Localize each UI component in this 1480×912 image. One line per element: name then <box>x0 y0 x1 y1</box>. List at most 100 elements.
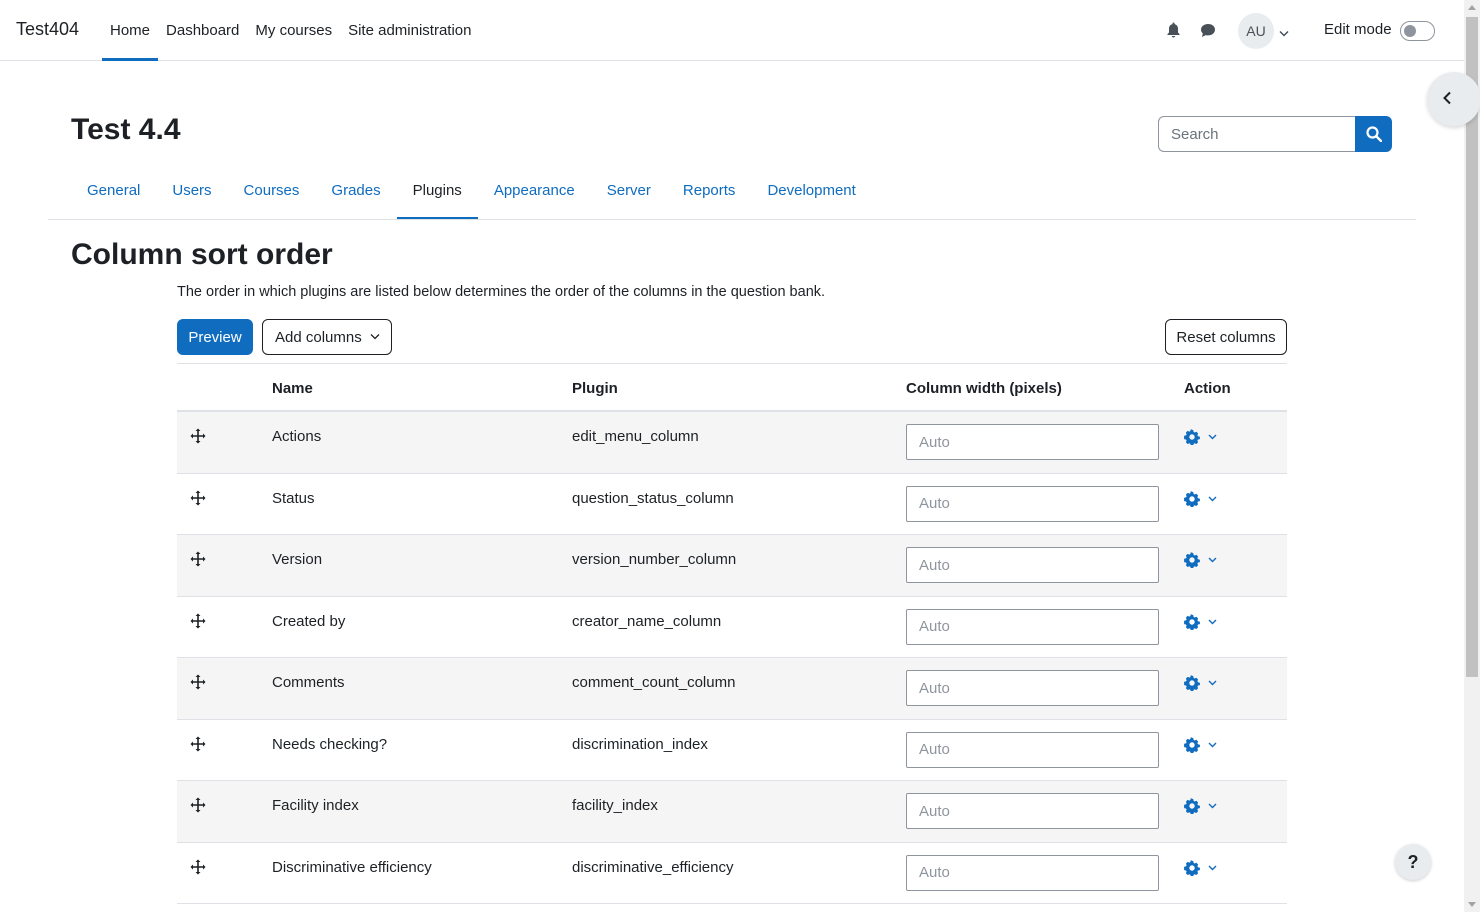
tab-appearance[interactable]: Appearance <box>478 160 591 220</box>
drag-move-icon[interactable] <box>190 736 206 756</box>
column-width-input[interactable] <box>906 854 1159 891</box>
column-sort-table: Name Plugin Column width (pixels) Action… <box>177 363 1287 904</box>
drag-move-icon[interactable] <box>190 490 206 510</box>
row-name: Status <box>272 489 315 507</box>
header-plugin: Plugin <box>572 380 618 397</box>
chevron-down-icon <box>1208 496 1217 501</box>
tab-courses[interactable]: Courses <box>228 160 316 220</box>
row-action-menu[interactable] <box>1184 674 1224 692</box>
drag-move-icon[interactable] <box>190 613 206 633</box>
preview-button[interactable]: Preview <box>177 319 253 355</box>
row-name: Needs checking? <box>272 735 388 753</box>
admin-search-input[interactable] <box>1158 116 1356 152</box>
row-name: Actions <box>272 428 322 445</box>
gear-icon <box>1184 490 1200 507</box>
scroll-down-arrow-icon[interactable] <box>1468 902 1476 907</box>
gear-icon <box>1184 429 1200 445</box>
row-plugin: edit_menu_column <box>572 428 699 445</box>
chevron-down-icon <box>1208 865 1217 870</box>
nav-dashboard[interactable]: Dashboard <box>158 0 247 61</box>
chevron-down-icon <box>1208 434 1217 440</box>
row-action-menu[interactable] <box>1184 736 1224 754</box>
tab-general[interactable]: General <box>71 160 156 220</box>
gear-icon <box>1184 552 1200 568</box>
header-name: Name <box>272 380 313 397</box>
nav-site-administration[interactable]: Site administration <box>340 0 479 61</box>
table-body: Actions edit_menu_column Status question… <box>177 412 1287 904</box>
chevron-left-icon <box>1443 91 1451 105</box>
add-columns-label: Add columns <box>275 328 362 346</box>
row-plugin: discrimination_index <box>572 735 708 753</box>
main-heading: Column sort order <box>71 238 333 271</box>
edit-mode-toggle[interactable] <box>1400 21 1435 41</box>
row-action-menu[interactable] <box>1184 797 1224 815</box>
column-width-input[interactable] <box>906 608 1159 645</box>
drag-move-icon[interactable] <box>190 428 206 448</box>
secondary-navigation: General Users Courses Grades Plugins App… <box>71 160 872 220</box>
row-name: Comments <box>272 674 345 691</box>
primary-navigation: Home Dashboard My courses Site administr… <box>102 0 480 61</box>
edit-mode-label: Edit mode <box>1324 21 1392 38</box>
column-width-input[interactable] <box>906 731 1159 768</box>
chevron-down-icon <box>370 334 380 340</box>
row-action-menu[interactable] <box>1184 428 1224 446</box>
page-title: Test 4.4 <box>71 113 181 146</box>
header-action: Action <box>1184 380 1231 397</box>
secondary-nav-divider <box>48 219 1416 220</box>
tab-users[interactable]: Users <box>156 160 227 220</box>
tab-plugins[interactable]: Plugins <box>396 160 479 220</box>
table-header-row: Name Plugin Column width (pixels) Action <box>177 363 1287 412</box>
row-name: Discriminative efficiency <box>272 858 432 876</box>
column-width-input[interactable] <box>906 485 1159 522</box>
page-description: The order in which plugins are listed be… <box>177 284 826 300</box>
drag-move-icon[interactable] <box>190 859 206 879</box>
row-action-menu[interactable] <box>1184 613 1224 631</box>
row-name: Facility index <box>272 797 359 814</box>
row-action-menu[interactable] <box>1184 859 1224 877</box>
row-name: Created by <box>272 612 346 630</box>
open-block-drawer-button[interactable] <box>1427 72 1480 126</box>
search-submit-button[interactable] <box>1355 116 1392 152</box>
column-width-input[interactable] <box>906 793 1159 829</box>
nav-my-courses[interactable]: My courses <box>247 0 340 61</box>
chevron-down-icon <box>1208 619 1217 624</box>
drag-move-icon[interactable] <box>190 674 206 694</box>
reset-columns-button[interactable]: Reset columns <box>1165 319 1287 355</box>
table-row: Status question_status_column <box>177 474 1287 535</box>
row-name: Version <box>272 551 323 568</box>
gear-icon <box>1184 613 1200 630</box>
table-row: Comments comment_count_column <box>177 658 1287 720</box>
gear-icon <box>1184 675 1200 691</box>
table-row: Needs checking? discrimination_index <box>177 720 1287 781</box>
table-row: Actions edit_menu_column <box>177 412 1287 474</box>
row-plugin: creator_name_column <box>572 612 722 630</box>
search-icon <box>1365 126 1382 142</box>
nav-home[interactable]: Home <box>102 0 159 61</box>
user-menu-chevron-down-icon[interactable] <box>1279 24 1289 41</box>
row-action-menu[interactable] <box>1184 490 1224 508</box>
tab-grades[interactable]: Grades <box>315 160 396 220</box>
column-width-input[interactable] <box>906 670 1159 706</box>
row-plugin: question_status_column <box>572 489 734 507</box>
row-plugin: version_number_column <box>572 551 737 568</box>
site-name[interactable]: Test404 <box>16 19 79 40</box>
drag-move-icon[interactable] <box>190 797 206 817</box>
row-plugin: comment_count_column <box>572 674 736 691</box>
tab-server[interactable]: Server <box>591 160 667 220</box>
drag-move-icon[interactable] <box>190 551 206 571</box>
row-action-menu[interactable] <box>1184 551 1224 569</box>
row-plugin: facility_index <box>572 797 658 814</box>
add-columns-dropdown-button[interactable]: Add columns <box>262 319 392 355</box>
chevron-down-icon <box>1208 680 1217 686</box>
column-width-input[interactable] <box>906 424 1159 460</box>
help-button[interactable]: ? <box>1395 844 1431 880</box>
notifications-bell-icon[interactable] <box>1163 20 1183 40</box>
header-column-width: Column width (pixels) <box>906 380 1062 397</box>
messages-chat-icon[interactable] <box>1198 20 1218 40</box>
scroll-up-arrow-icon[interactable] <box>1468 5 1476 10</box>
tab-reports[interactable]: Reports <box>667 160 752 220</box>
column-width-input[interactable] <box>906 547 1159 583</box>
tab-development[interactable]: Development <box>751 160 871 220</box>
user-avatar[interactable]: AU <box>1238 13 1274 49</box>
top-navbar: Test404 Home Dashboard My courses Site a… <box>0 0 1464 61</box>
